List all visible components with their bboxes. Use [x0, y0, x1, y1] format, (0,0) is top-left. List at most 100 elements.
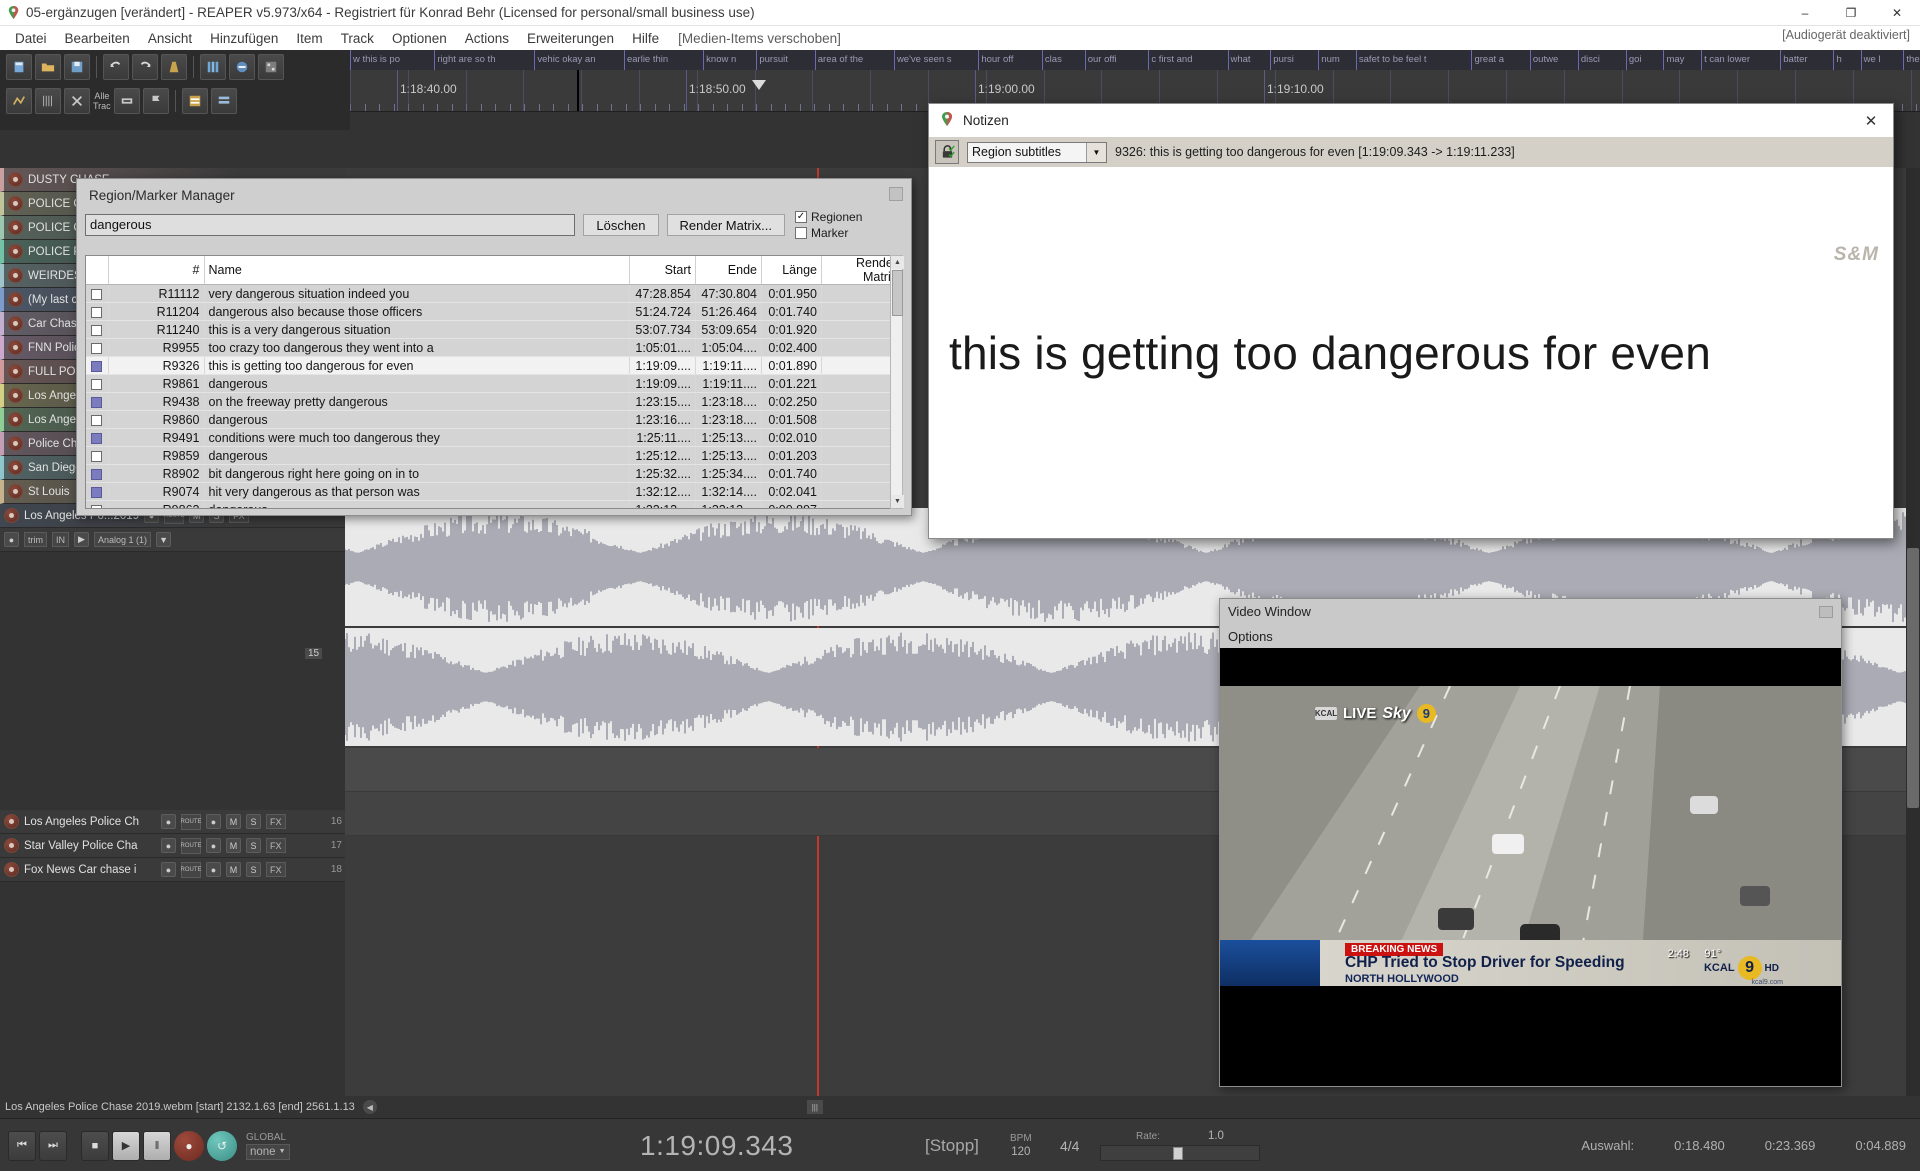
row-checkbox[interactable] — [91, 450, 103, 462]
row-name[interactable]: bit dangerous right here going on in to — [204, 464, 630, 483]
col-len[interactable]: Länge — [761, 256, 822, 285]
table-row[interactable]: R9860 dangerous 1:23:16.... 1:23:18.... 0:01… — [86, 410, 902, 429]
col-start[interactable]: Start — [629, 256, 696, 285]
metronome-icon[interactable] — [161, 54, 187, 80]
region-segment[interactable]: area of the — [814, 50, 894, 70]
notes-type-select[interactable]: Region subtitles ▼ — [967, 141, 1107, 163]
menu-actions[interactable]: Actions — [456, 29, 518, 48]
col-num[interactable]: # — [108, 256, 205, 285]
routing-icon[interactable] — [258, 54, 284, 80]
row-checkbox[interactable] — [91, 396, 103, 408]
chevron-down-icon[interactable]: ▼ — [279, 1148, 286, 1155]
close-icon[interactable]: ✕ — [1849, 104, 1893, 137]
track-name[interactable]: Car Chase — [28, 318, 83, 330]
table-row[interactable]: R11112 very dangerous situation indeed yo… — [86, 284, 902, 303]
video-options-label[interactable]: Options — [1228, 629, 1273, 644]
menu-track[interactable]: Track — [332, 29, 383, 48]
regionen-checkbox[interactable]: ✓ — [795, 211, 807, 223]
record-button[interactable]: ● — [174, 1130, 204, 1161]
region-segment[interactable]: pursi — [1270, 50, 1318, 70]
solo-button[interactable]: S — [246, 814, 261, 829]
region-segment[interactable]: goi — [1625, 50, 1664, 70]
status-audio-icon[interactable]: ◀ — [362, 1100, 377, 1114]
row-name[interactable]: dangerous — [204, 500, 630, 508]
row-checkbox-cell[interactable] — [86, 446, 109, 465]
grid-icon[interactable] — [35, 88, 61, 114]
scroll-up-icon[interactable]: ▲ — [891, 256, 904, 269]
fx-button[interactable]: FX — [266, 862, 286, 877]
global-automation-select[interactable]: none ▼ — [246, 1143, 290, 1160]
chevron-down-icon[interactable]: ▼ — [1086, 142, 1106, 162]
region-segment[interactable]: clas — [1041, 50, 1085, 70]
search-input[interactable]: dangerous — [85, 214, 576, 236]
filter-marker[interactable]: Marker — [795, 226, 903, 240]
pause-button[interactable]: ‖ — [143, 1130, 171, 1161]
track-name[interactable]: Los Angeles Police Ch — [24, 816, 156, 828]
row-checkbox[interactable] — [91, 306, 103, 318]
bpm-group[interactable]: BPM 120 — [1010, 1119, 1032, 1171]
record-arm-icon[interactable] — [8, 364, 23, 379]
row-checkbox-cell[interactable] — [86, 410, 109, 429]
route-button[interactable]: ROUTE — [181, 861, 202, 878]
row-checkbox-cell[interactable] — [86, 500, 109, 508]
row-name[interactable]: too crazy too dangerous they went into a — [204, 338, 630, 357]
scroll-down-icon[interactable]: ▼ — [891, 495, 904, 508]
menu-hinzufuegen[interactable]: Hinzufügen — [201, 29, 287, 48]
row-checkbox-cell[interactable] — [86, 392, 109, 411]
row-name[interactable]: dangerous — [204, 410, 630, 429]
save-project-icon[interactable] — [64, 54, 90, 80]
marker-icon[interactable] — [142, 88, 169, 114]
solo-button[interactable]: S — [246, 838, 261, 853]
record-arm-icon[interactable] — [4, 508, 19, 523]
notizen-window[interactable]: Notizen ✕ Region subtitles ▼ 9326: this … — [928, 103, 1894, 539]
menu-hilfe[interactable]: Hilfe — [623, 29, 668, 48]
rate-slider-thumb[interactable] — [1173, 1147, 1183, 1160]
table-row[interactable]: R9861 dangerous 1:19:09.... 1:19:11.... 0:01… — [86, 374, 902, 393]
record-arm-icon[interactable] — [8, 268, 23, 283]
row-name[interactable]: very dangerous situation indeed you — [204, 284, 630, 303]
track-name[interactable]: San Diego — [28, 462, 82, 474]
solo-button[interactable]: S — [246, 862, 261, 877]
table-row[interactable]: R9862dangerous1:32:12....1:32:13....0:00… — [86, 500, 902, 508]
record-arm-icon[interactable] — [8, 292, 23, 307]
fx-button[interactable]: FX — [266, 838, 286, 853]
row-checkbox[interactable] — [91, 414, 103, 426]
stop-button[interactable]: ■ — [81, 1130, 109, 1161]
play-button[interactable]: ▶ — [112, 1130, 140, 1161]
media-explorer-icon[interactable] — [181, 88, 208, 114]
row-checkbox[interactable] — [91, 288, 103, 300]
row-checkbox-cell[interactable] — [86, 464, 109, 483]
record-arm-icon[interactable] — [8, 460, 23, 475]
record-arm-icon[interactable] — [8, 220, 23, 235]
region-segment[interactable]: safet to be feel t — [1355, 50, 1472, 70]
route-button[interactable]: ROUTE — [181, 837, 202, 854]
row-checkbox-cell[interactable] — [86, 356, 109, 375]
repeat-button[interactable]: ↺ — [207, 1130, 237, 1161]
menu-bearbeiten[interactable]: Bearbeiten — [56, 29, 139, 48]
row-checkbox-cell[interactable] — [86, 338, 109, 357]
menu-optionen[interactable]: Optionen — [383, 29, 456, 48]
col-name[interactable]: Name — [204, 256, 630, 285]
table-row[interactable]: R9491 conditions were much too dangerous … — [86, 428, 902, 447]
lock-icon[interactable] — [935, 140, 959, 164]
menu-item[interactable]: Item — [287, 29, 331, 48]
input-menu-icon[interactable]: ▼ — [156, 532, 172, 547]
region-segment[interactable]: vehic okay an — [534, 50, 624, 70]
mute-button[interactable]: M — [226, 862, 241, 877]
region-segment[interactable]: disci — [1577, 50, 1626, 70]
redo-icon[interactable] — [132, 54, 158, 80]
row-checkbox-cell[interactable] — [86, 320, 109, 339]
mixer-icon[interactable] — [200, 54, 226, 80]
pan-knob-icon[interactable]: ● — [161, 862, 176, 877]
row-name[interactable]: hit very dangerous as that person was — [204, 482, 630, 501]
selection-end[interactable]: 0:23.369 — [1765, 1138, 1816, 1153]
row-name[interactable]: dangerous — [204, 446, 630, 465]
fx-button[interactable]: FX — [266, 814, 286, 829]
row-name[interactable]: this is a very dangerous situation — [204, 320, 630, 339]
marker-checkbox[interactable] — [795, 227, 807, 239]
row-checkbox[interactable] — [91, 324, 103, 336]
selection-length[interactable]: 0:04.889 — [1855, 1138, 1906, 1153]
record-arm-icon[interactable] — [8, 196, 23, 211]
selection-start[interactable]: 0:18.480 — [1674, 1138, 1725, 1153]
delete-button[interactable]: Löschen — [583, 214, 659, 236]
